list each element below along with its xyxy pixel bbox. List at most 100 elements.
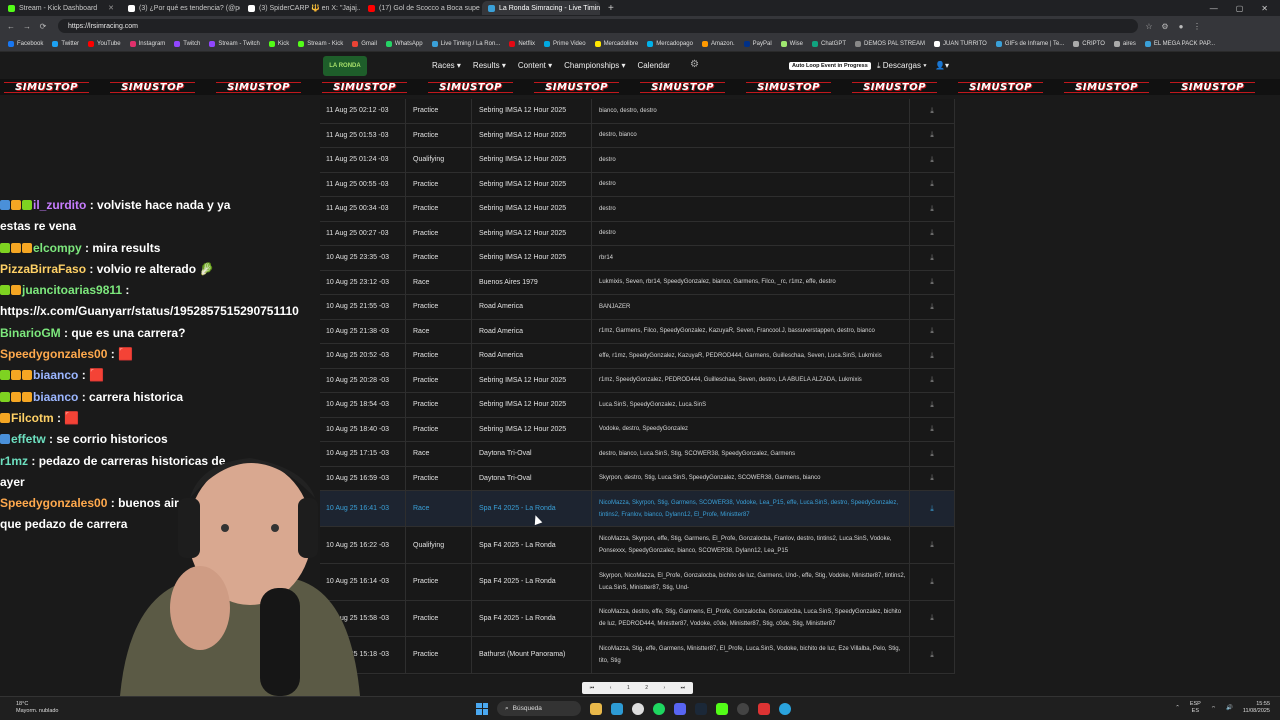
bookmark-item[interactable]: Instagram [129,40,165,47]
download-icon[interactable]: ⤓ [910,491,955,526]
edge-icon[interactable] [611,702,623,715]
download-icon[interactable]: ⤓ [910,246,955,270]
table-row[interactable]: 10 Aug 25 15:58 -03 Practice Spa F4 2025 -… [320,600,955,637]
bookmark-item[interactable]: Netflix [509,40,535,47]
browser-tab[interactable]: (17) Gol de Scocco a Boca superl...✕ [362,1,480,15]
download-icon[interactable]: ⤓ [910,393,955,417]
table-row[interactable]: 11 Aug 25 00:55 -03 Practice Sebring IMSA … [320,172,955,197]
nav-item-results[interactable]: Results ▾ [473,61,506,70]
table-row[interactable]: 10 Aug 25 16:14 -03 Practice Spa F4 2025 -… [320,564,955,601]
table-row[interactable]: 10 Aug 25 20:28 -03 Practice Sebring IMSA … [320,368,955,393]
bookmark-item[interactable]: PayPal [743,40,772,47]
chat-username[interactable]: il_zurdito [33,198,86,212]
download-icon[interactable]: ⤓ [910,344,955,368]
browser-tab[interactable]: La Ronda Simracing - Live Timing✕ [482,1,600,15]
bookmark-item[interactable]: Stream - Twitch [209,40,260,47]
chat-username[interactable]: juancitoarias9811 [22,283,122,297]
table-row[interactable]: 10 Aug 25 18:40 -03 Practice Sebring IMSA … [320,417,955,442]
bookmark-item[interactable]: Prime Video [543,40,586,47]
kick-icon[interactable] [716,702,728,715]
maximize-icon[interactable]: ▢ [1236,4,1244,13]
bookmark-item[interactable]: Mercadopago [647,40,693,47]
download-icon[interactable]: ⤓ [910,270,955,294]
chat-username[interactable]: elcompy [33,241,82,255]
chat-username[interactable]: PizzaBirraFaso [0,262,86,276]
steam-icon[interactable] [695,702,707,715]
chat-username[interactable]: r1mz [0,454,28,468]
table-row[interactable]: 10 Aug 25 20:52 -03 Practice Road America e… [320,344,955,369]
download-icon[interactable]: ⤓ [910,221,955,245]
table-row[interactable]: 10 Aug 25 17:15 -03 Race Daytona Tri-Oval d… [320,442,955,467]
table-row[interactable]: 10 Aug 25 15:18 -03 Practice Bathurst (Mou… [320,637,955,674]
telegram-icon[interactable] [779,702,791,715]
bookmark-item[interactable]: JUAN TURRITO [934,40,987,47]
star-icon[interactable]: ☆ [1144,22,1154,31]
table-row[interactable]: 10 Aug 25 16:22 -03 Qualifying Spa F4 2025… [320,527,955,564]
bookmark-item[interactable]: Twitch [174,40,200,47]
pager-item[interactable]: › [664,685,666,691]
spotify-icon[interactable] [653,702,665,715]
chat-username[interactable]: effetw [11,432,46,446]
file-explorer-icon[interactable] [590,702,602,715]
bookmark-item[interactable]: CRIPTO [1073,40,1105,47]
browser-tab[interactable]: (3) SpiderCARP 🔱 en X: "Jajaj...✕ [242,1,360,15]
table-row[interactable]: 10 Aug 25 18:54 -03 Practice Sebring IMSA … [320,393,955,418]
profile-icon[interactable]: ● [1176,22,1186,31]
menu-icon[interactable]: ⋮ [1192,22,1202,31]
download-icon[interactable]: ⤓ [910,148,955,172]
download-icon[interactable]: ⤓ [910,442,955,466]
discord-icon[interactable] [674,702,686,715]
wifi-icon[interactable]: ⌔ [1211,705,1216,712]
browser-tab[interactable]: Stream - Kick Dashboard ✕ [2,1,120,15]
extensions-icon[interactable]: ⚙ [1160,22,1170,31]
download-icon[interactable]: ⤓ [910,319,955,343]
table-row[interactable]: 10 Aug 25 23:35 -03 Practice Sebring IMSA … [320,246,955,271]
bookmark-item[interactable]: Twitter [52,40,79,47]
download-icon[interactable]: ⤓ [910,123,955,147]
download-icon[interactable]: ⤓ [910,197,955,221]
app-red-icon[interactable] [758,702,770,715]
pager-item[interactable]: 1 [627,685,630,691]
pager-item[interactable]: ⏭ [681,685,686,691]
table-row[interactable]: 11 Aug 25 01:24 -03 Qualifying Sebring IMS… [320,148,955,173]
chat-username[interactable]: Filcotm [11,411,54,425]
table-row[interactable]: 11 Aug 25 02:12 -03 Practice Sebring IMSA … [320,99,955,124]
table-row[interactable]: 10 Aug 25 16:59 -03 Practice Daytona Tri-O… [320,466,955,491]
tab-close-icon[interactable]: ✕ [108,4,114,12]
nav-item-content[interactable]: Content ▾ [518,61,552,70]
chat-username[interactable]: Speedygonzales00 [0,347,107,361]
table-row[interactable]: 11 Aug 25 00:34 -03 Practice Sebring IMSA … [320,197,955,222]
url-input[interactable]: https://lrsimracing.com [58,19,1138,33]
tray-arrow-icon[interactable]: ⌃ [1175,705,1180,711]
bookmark-item[interactable]: WhatsApp [385,40,423,47]
bookmark-item[interactable]: EL MEGA PACK PAP... [1144,40,1215,47]
bookmark-item[interactable]: ChatGPT [812,40,846,47]
chat-username[interactable]: biaanco [33,390,78,404]
bookmark-item[interactable]: Mercadolibre [594,40,638,47]
table-row[interactable]: 10 Aug 25 23:12 -03 Race Buenos Aires 1979… [320,270,955,295]
descargas-menu[interactable]: ⤓ Descargas ▾ [877,61,927,71]
bookmark-item[interactable]: GIFs de Inframe | Te... [995,40,1064,47]
chat-username[interactable]: BinarioGM [0,326,61,340]
download-icon[interactable]: ⤓ [910,600,955,636]
bookmark-item[interactable]: Stream - Kick [298,40,343,47]
download-icon[interactable]: ⤓ [910,527,955,563]
obs-icon[interactable] [737,702,749,715]
reload-icon[interactable]: ⟳ [38,22,48,31]
table-row[interactable]: 10 Aug 25 16:41 -03 Race Spa F4 2025 - La … [320,491,955,527]
download-icon[interactable]: ⤓ [910,637,955,673]
download-icon[interactable]: ⤓ [910,172,955,196]
back-icon[interactable]: ← [6,22,16,31]
download-icon[interactable]: ⤓ [910,417,955,441]
pager-item[interactable]: ‹ [610,685,612,691]
bookmark-item[interactable]: Amazon. [701,40,735,47]
chrome-icon[interactable] [632,702,644,715]
site-logo[interactable]: LA RONDA [323,56,367,76]
table-row[interactable]: 11 Aug 25 00:27 -03 Practice Sebring IMSA … [320,221,955,246]
close-icon[interactable]: ✕ [1261,4,1268,13]
language-indicator[interactable]: ESP ES [1190,701,1201,715]
windows-start-icon[interactable] [476,702,488,715]
weather-widget[interactable]: 18°C Mayorm. nublado [16,701,59,715]
pager-item[interactable]: ⏮ [590,685,595,691]
user-menu[interactable]: 👤▾ [935,61,949,70]
